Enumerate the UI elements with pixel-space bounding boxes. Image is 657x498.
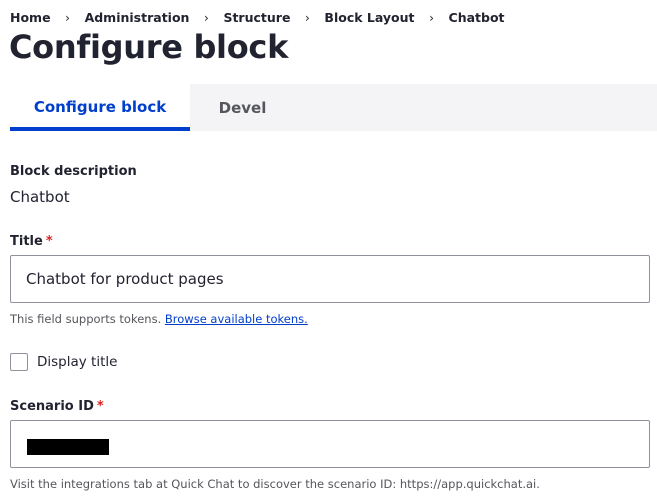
breadcrumb-block-layout[interactable]: Block Layout <box>324 10 414 25</box>
tab-devel[interactable]: Devel <box>190 84 295 131</box>
scenario-id-description: Visit the integrations tab at Quick Chat… <box>10 477 540 491</box>
required-marker: * <box>45 234 53 249</box>
title-description-text: This field supports tokens. <box>10 312 165 326</box>
breadcrumb-separator: › <box>65 10 70 25</box>
scenario-id-label-text: Scenario ID <box>10 399 94 414</box>
title-label: Title * <box>10 234 53 249</box>
required-marker: * <box>96 399 104 414</box>
breadcrumb-structure[interactable]: Structure <box>223 10 290 25</box>
browse-tokens-link[interactable]: Browse available tokens. <box>165 312 308 326</box>
title-description: This field supports tokens. Browse avail… <box>10 312 308 326</box>
breadcrumb-separator: › <box>429 10 434 25</box>
breadcrumb-separator: › <box>204 10 209 25</box>
breadcrumb-home[interactable]: Home <box>10 10 51 25</box>
block-description-value: Chatbot <box>10 188 70 206</box>
scenario-id-label: Scenario ID * <box>10 399 104 414</box>
breadcrumb-chatbot[interactable]: Chatbot <box>449 10 505 25</box>
tab-configure-block[interactable]: Configure block <box>10 84 190 131</box>
breadcrumb: Home › Administration › Structure › Bloc… <box>10 10 505 25</box>
title-input[interactable] <box>10 255 650 303</box>
redacted-value <box>27 439 109 455</box>
display-title-label[interactable]: Display title <box>37 354 117 370</box>
page-title: Configure block <box>9 28 289 66</box>
title-label-text: Title <box>10 234 43 249</box>
breadcrumb-separator: › <box>305 10 310 25</box>
display-title-row: Display title <box>10 353 117 371</box>
tabs-bar: Configure block Devel <box>0 84 657 131</box>
display-title-checkbox[interactable] <box>10 353 28 371</box>
block-description-label: Block description <box>10 164 137 179</box>
breadcrumb-administration[interactable]: Administration <box>85 10 190 25</box>
